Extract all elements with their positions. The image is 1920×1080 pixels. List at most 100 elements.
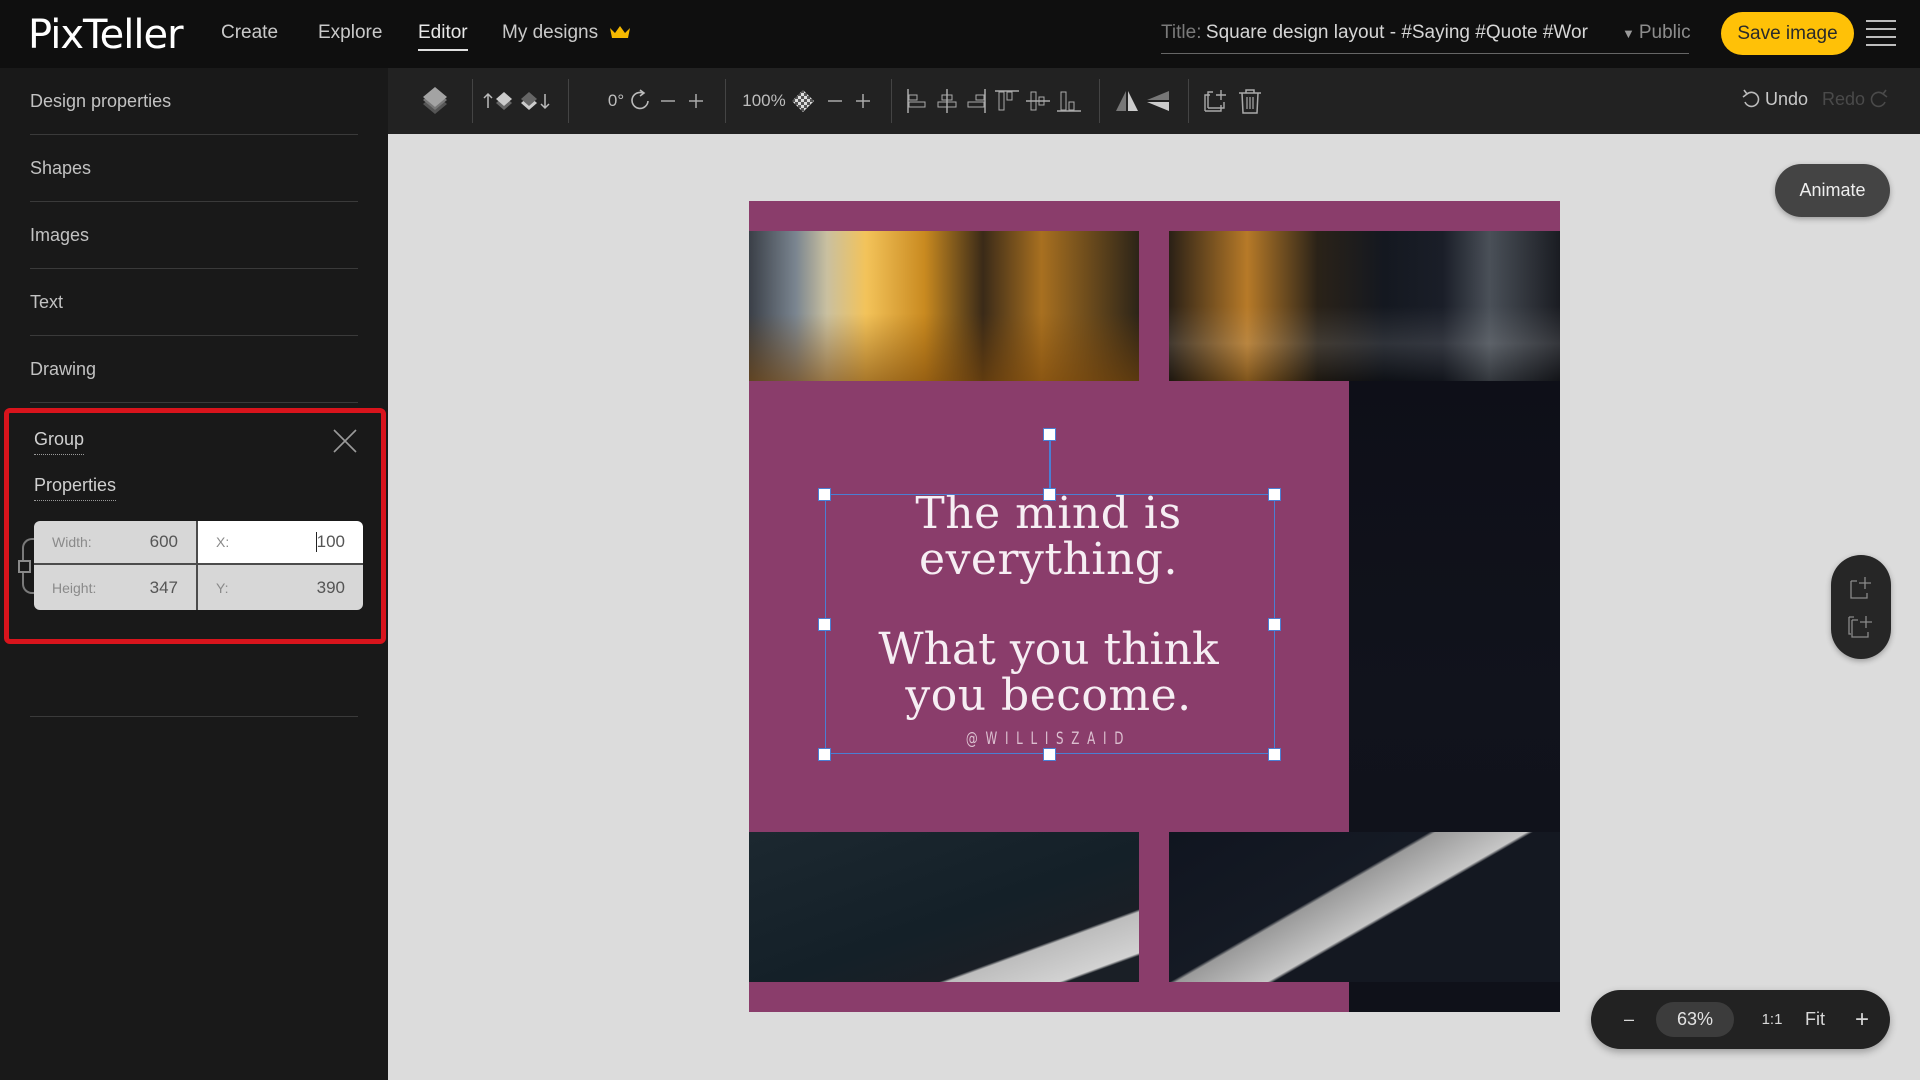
zoom-out-button[interactable]: – — [1617, 990, 1641, 1049]
delete-icon[interactable] — [1236, 68, 1264, 134]
zoom-one-to-one-button[interactable]: 1:1 — [1757, 990, 1787, 1049]
photo-street-crowd[interactable] — [749, 231, 1139, 381]
photo-asphalt-left[interactable] — [749, 832, 1139, 982]
sidebar-item-text[interactable]: Text — [30, 269, 358, 336]
resize-handle-s[interactable] — [1043, 748, 1056, 761]
rotate-minus-icon[interactable] — [657, 68, 679, 134]
toolbar-separator — [1188, 79, 1189, 123]
design-title-field[interactable]: Title: Square design layout - #Saying #Q… — [1161, 22, 1689, 54]
crown-icon — [610, 26, 631, 38]
y-field[interactable]: Y: — [198, 565, 363, 610]
nav-create[interactable]: Create — [221, 22, 278, 44]
opacity-plus-icon[interactable] — [852, 68, 874, 134]
resize-handle-e[interactable] — [1268, 618, 1281, 631]
opacity-minus-icon[interactable] — [824, 68, 846, 134]
sidebar-item-shapes[interactable]: Shapes — [30, 135, 358, 202]
toolbar-separator — [891, 79, 892, 123]
toolbar-separator — [725, 79, 726, 123]
title-label: Title: — [1161, 22, 1202, 43]
undo-icon — [1742, 89, 1760, 108]
zoom-control-bar: – 63% 1:1 Fit + — [1591, 990, 1890, 1049]
align-right-icon[interactable] — [963, 68, 989, 134]
rotation-value[interactable]: 0° — [606, 68, 626, 134]
toolbar-separator — [568, 79, 569, 123]
rotate-plus-icon[interactable] — [685, 68, 707, 134]
undo-button[interactable]: Undo — [1741, 88, 1808, 110]
sidebar-item-images[interactable]: Images — [30, 202, 358, 269]
nav-editor[interactable]: Editor — [418, 22, 468, 51]
zoom-fit-button[interactable]: Fit — [1800, 990, 1830, 1049]
resize-handle-se[interactable] — [1268, 748, 1281, 761]
rotation-handle-line — [1049, 434, 1051, 494]
page-actions-pill — [1831, 555, 1891, 659]
title-value[interactable]: Square design layout - #Saying #Quote #W… — [1206, 22, 1588, 43]
toolbar-separator — [1099, 79, 1100, 123]
align-bottom-icon[interactable] — [1055, 68, 1083, 134]
group-properties-panel: Group Properties Width: X: Height: Y: — [4, 408, 386, 644]
x-input[interactable] — [285, 532, 345, 552]
caret-down-icon: ▼ — [1622, 26, 1635, 41]
height-label: Height: — [52, 579, 97, 596]
align-center-icon[interactable] — [934, 68, 960, 134]
visibility-label: Public — [1638, 22, 1691, 43]
duplicate-icon[interactable] — [1200, 68, 1230, 134]
redo-button[interactable]: Redo — [1822, 88, 1889, 110]
rotate-icon[interactable] — [627, 68, 653, 134]
sidebar-item-drawing[interactable]: Drawing — [30, 336, 358, 403]
photo-asphalt-right[interactable] — [1169, 832, 1560, 982]
photo-gap — [1139, 832, 1169, 982]
flip-vertical-icon[interactable] — [1144, 68, 1172, 134]
height-input[interactable] — [118, 577, 178, 598]
resize-handle-sw[interactable] — [818, 748, 831, 761]
redo-icon — [1870, 89, 1888, 108]
close-icon[interactable] — [332, 428, 358, 454]
flip-horizontal-icon[interactable] — [1113, 68, 1141, 134]
transparency-icon[interactable] — [791, 68, 815, 134]
selection-frame — [825, 494, 1275, 754]
lock-aspect-ratio-icon[interactable] — [18, 560, 31, 573]
dimension-position-grid: Width: X: Height: Y: — [34, 521, 363, 610]
sidebar-item-design-properties[interactable]: Design properties — [30, 68, 358, 135]
photo-street-cars[interactable] — [1169, 231, 1560, 381]
undo-label: Undo — [1765, 88, 1809, 109]
x-field[interactable]: X: — [198, 521, 363, 565]
resize-handle-w[interactable] — [818, 618, 831, 631]
visibility-dropdown[interactable]: ▼ Public — [1622, 22, 1691, 44]
text-caret — [316, 532, 317, 552]
group-title: Group — [34, 429, 85, 455]
y-label: Y: — [216, 579, 229, 596]
align-middle-icon[interactable] — [1024, 68, 1052, 134]
rotation-handle[interactable] — [1043, 428, 1056, 441]
save-image-button[interactable]: Save image — [1721, 12, 1854, 55]
zoom-in-button[interactable]: + — [1849, 990, 1875, 1049]
zoom-level[interactable]: 63% — [1656, 1002, 1734, 1037]
height-field[interactable]: Height: — [34, 565, 198, 610]
duplicate-page-icon[interactable] — [1848, 613, 1874, 639]
toolbar-separator — [472, 79, 473, 123]
layers-icon[interactable] — [418, 68, 452, 134]
hamburger-menu-icon[interactable] — [1866, 20, 1896, 46]
resize-handle-nw[interactable] — [818, 488, 831, 501]
pixteller-logo[interactable]: PixTeller — [28, 12, 184, 58]
sidebar: Design properties Shapes Images Text Dra… — [0, 68, 388, 1080]
bring-forward-icon[interactable] — [481, 68, 515, 134]
width-input[interactable] — [118, 532, 178, 552]
send-backward-icon[interactable] — [518, 68, 552, 134]
add-page-icon[interactable] — [1848, 575, 1874, 601]
width-label: Width: — [52, 534, 92, 550]
logo-text: PixTeller — [28, 12, 184, 58]
align-top-icon[interactable] — [993, 68, 1021, 134]
editor-toolbar: 0° 100% Undo Redo — [388, 68, 1920, 134]
y-input[interactable] — [285, 577, 345, 598]
animate-button[interactable]: Animate — [1775, 164, 1890, 217]
nav-my-designs[interactable]: My designs — [502, 22, 631, 44]
redo-label: Redo — [1822, 88, 1866, 109]
width-field[interactable]: Width: — [34, 521, 198, 565]
nav-explore[interactable]: Explore — [318, 22, 382, 44]
sidebar-divider — [30, 716, 358, 717]
opacity-value[interactable]: 100% — [742, 68, 786, 134]
resize-handle-n[interactable] — [1043, 488, 1056, 501]
top-navigation-bar: PixTeller Create Explore Editor My desig… — [0, 0, 1920, 68]
align-left-icon[interactable] — [904, 68, 930, 134]
resize-handle-ne[interactable] — [1268, 488, 1281, 501]
